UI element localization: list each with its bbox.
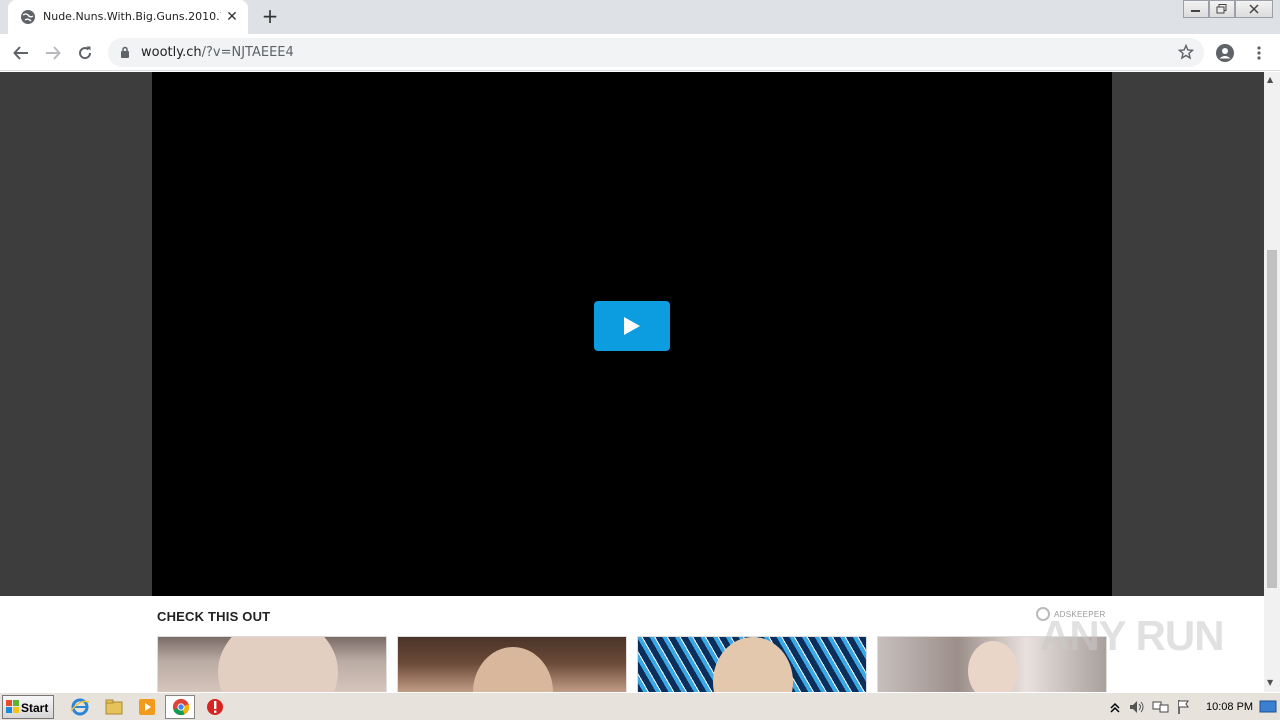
security-alert-icon[interactable] xyxy=(205,697,225,717)
restore-button[interactable] xyxy=(1209,0,1235,18)
promo-thumbnail[interactable] xyxy=(157,636,387,692)
scroll-down-arrow-icon[interactable]: ▼ xyxy=(1267,678,1273,687)
start-label: Start xyxy=(21,701,49,715)
url-text: wootly.ch/?v=NJTAEEE4 xyxy=(141,45,294,60)
video-player[interactable] xyxy=(152,72,1112,596)
close-window-icon xyxy=(1249,4,1259,14)
profile-button[interactable] xyxy=(1212,40,1238,66)
browser-toolbar: wootly.ch/?v=NJTAEEE4 xyxy=(0,34,1280,71)
windows-logo-icon xyxy=(6,700,19,713)
url-host: wootly.ch xyxy=(141,45,202,60)
minimize-button[interactable] xyxy=(1183,0,1209,18)
media-player-icon[interactable] xyxy=(137,697,157,717)
file-explorer-icon[interactable] xyxy=(104,697,124,717)
thumbnail-image xyxy=(713,637,793,692)
internet-explorer-icon[interactable] xyxy=(70,697,90,717)
bookmark-star-icon[interactable] xyxy=(1178,44,1194,60)
scroll-up-arrow-icon[interactable]: ▲ xyxy=(1267,75,1273,84)
reload-icon xyxy=(79,46,92,60)
scrollbar-thumb[interactable] xyxy=(1267,250,1277,588)
start-button[interactable]: Start xyxy=(2,695,54,719)
close-window-button[interactable] xyxy=(1235,0,1273,18)
lock-icon xyxy=(121,46,129,58)
promo-thumbnail[interactable] xyxy=(397,636,627,692)
new-tab-button[interactable]: + xyxy=(258,5,282,29)
taskbar-clock[interactable]: 10:08 PM xyxy=(1206,701,1253,713)
promo-heading: CHECK THIS OUT xyxy=(157,609,271,624)
minimize-icon xyxy=(1191,10,1200,12)
url-path: /?v=NJTAEEE4 xyxy=(201,45,294,60)
back-arrow-icon xyxy=(13,46,28,60)
web-page: CHECK THIS OUT ADSKEEPER ANY RUN xyxy=(0,72,1264,692)
close-tab-icon[interactable]: ✕ xyxy=(224,9,240,25)
kebab-menu-icon xyxy=(1257,46,1261,60)
play-button[interactable] xyxy=(594,301,670,351)
watermark: ANY RUN xyxy=(1040,612,1225,659)
chrome-icon xyxy=(172,698,190,716)
network-icon[interactable] xyxy=(1152,699,1170,715)
action-center-flag-icon[interactable] xyxy=(1176,699,1192,715)
globe-icon xyxy=(21,10,35,24)
restore-icon xyxy=(1216,4,1227,14)
menu-button[interactable] xyxy=(1246,40,1272,66)
play-icon xyxy=(624,317,640,335)
forward-button[interactable] xyxy=(40,40,66,66)
show-hidden-icons-icon[interactable] xyxy=(1109,700,1121,716)
tab-title: Nude.Nuns.With.Big.Guns.2010.720 xyxy=(43,10,221,23)
tab-strip: Nude.Nuns.With.Big.Guns.2010.720 ✕ + xyxy=(0,0,1280,34)
promo-thumbnail[interactable] xyxy=(637,636,867,692)
chrome-taskbar-button[interactable] xyxy=(165,695,195,719)
address-bar[interactable]: wootly.ch/?v=NJTAEEE4 xyxy=(108,38,1204,67)
volume-icon[interactable] xyxy=(1128,699,1146,715)
thumbnail-image xyxy=(473,647,553,692)
windows-taskbar: Start 10:08 PM xyxy=(0,692,1280,720)
page-scrollbar[interactable]: ▲ ▼ xyxy=(1264,72,1280,692)
forward-arrow-icon xyxy=(46,46,61,60)
back-button[interactable] xyxy=(8,40,34,66)
browser-tab[interactable]: Nude.Nuns.With.Big.Guns.2010.720 ✕ xyxy=(8,0,248,34)
reload-button[interactable] xyxy=(72,40,98,66)
thumbnail-image xyxy=(218,637,338,692)
show-desktop-icon[interactable] xyxy=(1259,700,1277,714)
account-icon xyxy=(1216,44,1234,62)
thumbnail-image xyxy=(968,641,1018,692)
